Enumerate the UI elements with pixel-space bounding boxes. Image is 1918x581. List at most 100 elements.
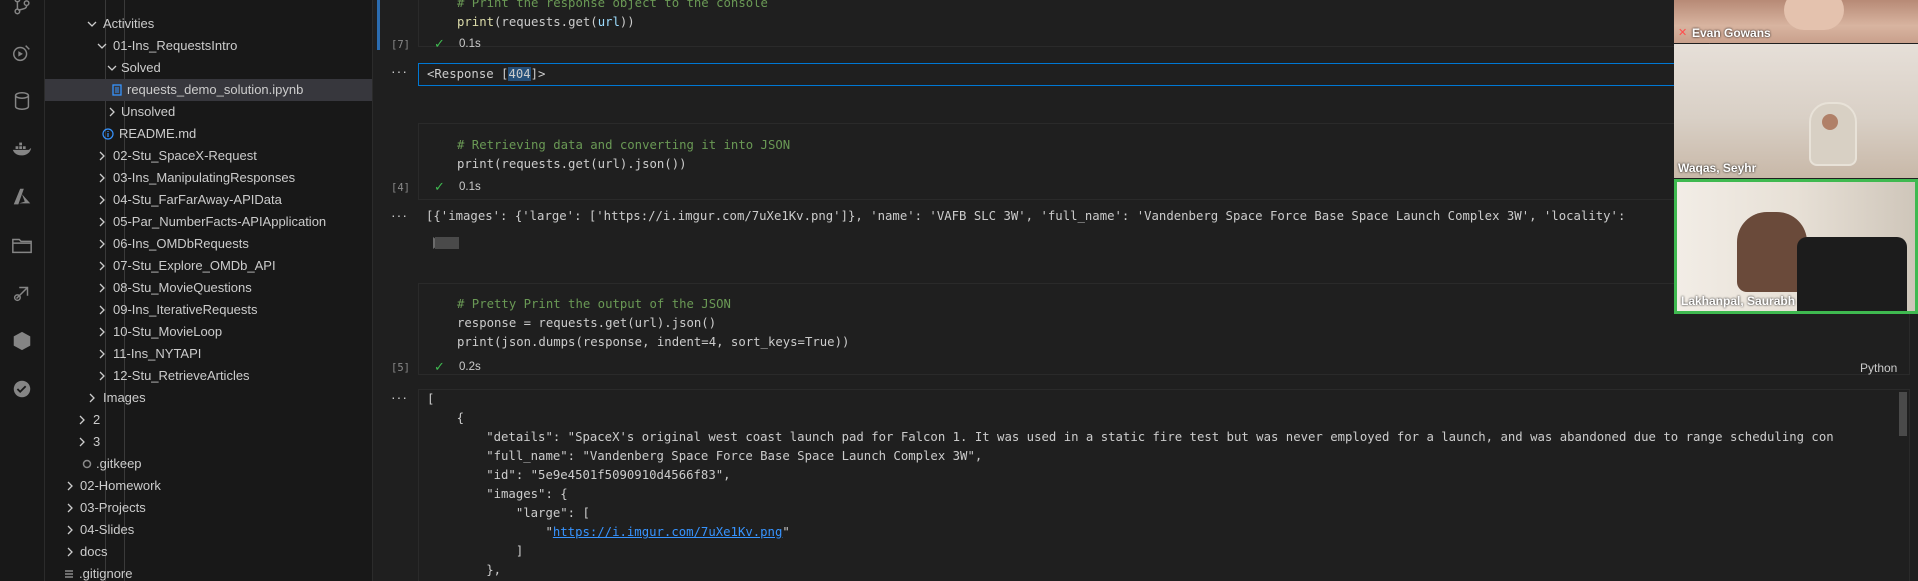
code-comment: # Pretty Print the output of the JSON [457,297,731,311]
tree-item-images[interactable]: Images [45,387,372,409]
database-icon[interactable] [11,90,33,112]
tree-item-09-ins-iterativerequests[interactable]: 09-Ins_IterativeRequests [45,299,372,321]
output-more-icon[interactable]: ··· [391,63,408,79]
tree-item-3[interactable]: 3 [45,431,372,453]
run-debug-icon[interactable] [11,42,33,64]
participant-video [1809,102,1857,166]
tree-item-docs[interactable]: docs [45,541,372,563]
output-cell-1[interactable]: <Response [404]> [418,63,1720,86]
extensions-icon[interactable] [11,330,33,352]
tree-item-label: 2 [93,412,101,427]
tree-item-01-ins-requestsintro[interactable]: 01-Ins_RequestsIntro [45,35,372,57]
tree-item-11-ins-nytapi[interactable]: 11-Ins_NYTAPI [45,343,372,365]
tree-item-04-stu-farfaraway-apidata[interactable]: 04-Stu_FarFarAway-APIData [45,189,372,211]
tree-item-unsolved[interactable]: Unsolved [45,101,372,123]
tree-item-03-projects[interactable]: 03-Projects [45,497,372,519]
tree-item-label: 12-Stu_RetrieveArticles [113,368,250,383]
chevron-down-icon [93,0,107,7]
notebook-file-icon [111,84,123,96]
tree-item-gitkeep[interactable]: .gitkeep [45,453,372,475]
output-text: [{'images': {'large': ['https://i.imgur.… [426,209,1626,223]
tree-item-label: 06-Ins_OMDbRequests [113,236,249,251]
horizontal-scrollbar[interactable] [435,237,459,249]
success-check-icon: ✓ [434,359,445,374]
settings-file-icon [81,458,93,470]
success-check-icon: ✓ [434,179,445,194]
tree-item-label: docs [80,544,108,559]
json-token: " [427,525,553,539]
execution-count: [4] [391,182,410,194]
tree-item-label: 04-Stu_FarFarAway-APIData [113,192,282,207]
code-comment: # Retrieving data and converting it into… [457,138,791,152]
json-token: " [782,525,790,539]
check-icon[interactable] [11,378,33,400]
source-control-icon[interactable] [11,0,33,16]
tree-item-12-stu-retrievearticles[interactable]: 12-Stu_RetrieveArticles [45,365,372,387]
tree-item-label: 04-Slides [80,522,135,537]
code-cell-2[interactable]: # Retrieving data and converting it into… [418,123,1710,200]
output-more-icon[interactable]: ··· [391,207,408,223]
code-cell-1[interactable]: # Print the response object to the conso… [418,0,1710,47]
code-line: # Pretty Print the output of the JSON [457,295,731,314]
tree-item-02-homework[interactable]: 02-Homework [45,475,372,497]
execution-time: 0.1s [459,181,481,193]
tree-item-label: requests_demo_solution.ipynb [127,82,304,97]
tree-item-solved[interactable]: Solved [45,57,372,79]
output-more-icon[interactable]: ··· [391,389,408,405]
vertical-scrollbar[interactable] [1899,392,1907,436]
video-tile-evan-gowans[interactable]: ✕ Evan Gowans [1674,0,1918,43]
chevron-right-icon [95,211,109,233]
chevron-down-icon [105,57,119,79]
tree-item-label: 07-Stu_Explore_OMDb_API [113,258,276,273]
docker-icon[interactable] [11,138,33,160]
chevron-right-icon [105,101,119,123]
tree-item-requests-demo-solution[interactable]: requests_demo_solution.ipynb [45,79,372,101]
tree-item-top[interactable] [45,0,372,7]
tree-item-06-ins-omdbrequests[interactable]: 06-Ins_OMDbRequests [45,233,372,255]
folder-icon[interactable] [11,234,33,256]
chevron-right-icon [63,541,77,563]
tree-item-readme[interactable]: README.md [45,123,372,145]
tree-item-03-ins-manipulatingresponses[interactable]: 03-Ins_ManipulatingResponses [45,167,372,189]
muted-mic-icon: ✕ [1678,27,1688,39]
code-line: print(requests.get(url).json()) [457,157,687,171]
output-cell-3[interactable]: [ { "details": "SpaceX's original west c… [418,389,1910,581]
language-selector[interactable]: Python [1860,361,1897,375]
tree-item-08-stu-moviequestions[interactable]: 08-Stu_MovieQuestions [45,277,372,299]
tree-item-label: 10-Stu_MovieLoop [113,324,223,339]
tree-item-label: 11-Ins_NYTAPI [113,346,202,361]
tree-item-gitignore[interactable]: .gitignore [45,563,372,581]
chevron-right-icon [95,255,109,277]
tree-item-label: 3 [93,434,101,449]
json-line: }, [427,563,502,577]
video-tile-waqas-seyhr[interactable]: Waqas, Seyhr [1674,44,1918,178]
tree-item-05-par-numberfacts-apiapplication[interactable]: 05-Par_NumberFacts-APIApplication [45,211,372,233]
chevron-right-icon [63,497,77,519]
chevron-right-icon [95,321,109,343]
tree-item-04-slides[interactable]: 04-Slides [45,519,372,541]
tree-item-07-stu-explore-omdb-api[interactable]: 07-Stu_Explore_OMDb_API [45,255,372,277]
code-token: )) [619,15,635,29]
tree-item-10-stu-movieloop[interactable]: 10-Stu_MovieLoop [45,321,372,343]
participant-name: Waqas, Seyhr [1678,161,1757,175]
code-line: print(json.dumps(response, indent=4, sor… [457,335,850,349]
participant-name: Evan Gowans [1692,26,1771,40]
chevron-right-icon [63,475,77,497]
code-token: (requests.get( [494,15,598,29]
chevron-down-icon [95,35,109,57]
cell-focus-indicator [377,0,380,50]
code-line: # Retrieving data and converting it into… [457,136,790,155]
video-tile-lakhanpal-saurabh[interactable]: Lakhanpal, Saurabh [1674,179,1918,314]
tree-item-label: Images [103,390,146,405]
execution-count: [7] [391,39,410,51]
tree-item-2[interactable]: 2 [45,409,372,431]
json-line: [ [427,392,435,406]
tree-item-label: 05-Par_NumberFacts-APIApplication [113,214,327,229]
azure-icon[interactable] [11,186,33,208]
tree-item-activities[interactable]: Activities [45,13,372,35]
image-url-link[interactable]: https://i.imgur.com/7uXe1Kv.png [553,525,783,539]
code-comment: # Print the response object to the conso… [457,0,768,10]
tree-item-02-stu-spacex-request[interactable]: 02-Stu_SpaceX-Request [45,145,372,167]
json-line: "id": "5e9e4501f5090910d4566f83", [427,468,731,482]
remote-icon[interactable] [11,282,33,304]
